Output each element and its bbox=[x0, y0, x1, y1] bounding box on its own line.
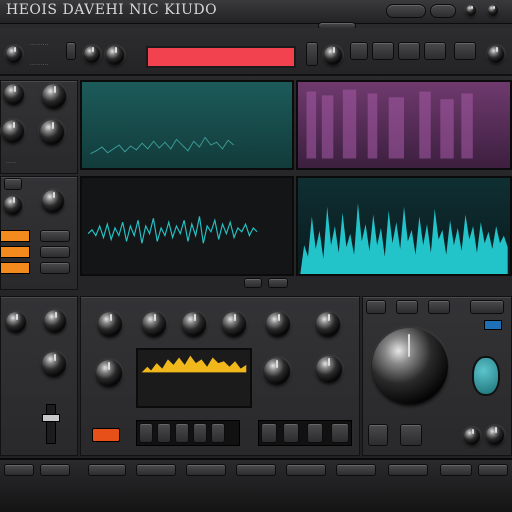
rp-btn-1[interactable] bbox=[366, 300, 386, 314]
teal-pad[interactable] bbox=[472, 356, 500, 396]
menu-pill-2[interactable] bbox=[430, 4, 456, 18]
fx-knob-2[interactable] bbox=[142, 312, 166, 336]
left-btn-2[interactable] bbox=[40, 230, 70, 242]
tool-3[interactable] bbox=[398, 42, 420, 60]
rp-btn-5[interactable] bbox=[368, 424, 388, 446]
left-label-1: ····· bbox=[6, 160, 17, 166]
big-jog-wheel[interactable] bbox=[372, 328, 448, 404]
footer-btn-4[interactable] bbox=[136, 464, 176, 476]
fx-step-strip bbox=[136, 420, 240, 446]
step-9[interactable] bbox=[331, 423, 349, 443]
orange-pad-3[interactable] bbox=[0, 262, 30, 274]
yellow-meter bbox=[136, 348, 252, 408]
purple-bars bbox=[306, 89, 473, 159]
tool-knob[interactable] bbox=[488, 46, 504, 62]
transport-knob-3[interactable] bbox=[324, 46, 342, 64]
step-1[interactable] bbox=[139, 423, 153, 443]
display-scroll-right[interactable] bbox=[268, 278, 288, 288]
fx-knob-1[interactable] bbox=[98, 312, 122, 336]
transport-knob[interactable] bbox=[84, 46, 100, 62]
fx-knob-3[interactable] bbox=[182, 312, 206, 336]
footer-btn-5[interactable] bbox=[186, 464, 226, 476]
tool-1[interactable] bbox=[350, 42, 368, 60]
cyan-wave-display bbox=[80, 176, 294, 276]
fx-knob-8[interactable] bbox=[264, 358, 290, 384]
footer-btn-7[interactable] bbox=[286, 464, 326, 476]
fx-step-strip-2 bbox=[258, 420, 352, 446]
gear-icon[interactable] bbox=[488, 5, 498, 15]
daw-window: HEOIS DAVEHI NIC KIUDO ········· ·······… bbox=[0, 0, 512, 512]
left-knob-2[interactable] bbox=[42, 84, 66, 108]
rp-btn-2[interactable] bbox=[396, 300, 418, 314]
tool-2[interactable] bbox=[372, 42, 394, 60]
orange-pad-2[interactable] bbox=[0, 246, 30, 258]
fx-knob-4[interactable] bbox=[222, 312, 246, 336]
step-7[interactable] bbox=[283, 423, 299, 443]
fx-knob-7[interactable] bbox=[96, 360, 122, 386]
label-a: ········· bbox=[30, 42, 49, 48]
rp-knob-1[interactable] bbox=[464, 428, 480, 444]
cyan-spectrum-display bbox=[296, 176, 512, 276]
rp-btn-6[interactable] bbox=[400, 424, 422, 446]
footer-btn-10[interactable] bbox=[440, 464, 472, 476]
purple-display bbox=[296, 80, 512, 170]
fx-knob-9[interactable] bbox=[316, 356, 342, 382]
footer-btn-6[interactable] bbox=[236, 464, 276, 476]
bl-knob-3[interactable] bbox=[42, 352, 66, 376]
left-knob-3[interactable] bbox=[2, 120, 24, 142]
blue-chip[interactable] bbox=[484, 320, 502, 330]
power-icon[interactable] bbox=[466, 5, 476, 15]
fx-knob-6[interactable] bbox=[316, 312, 340, 336]
menu-pill-1[interactable] bbox=[386, 4, 426, 18]
cyan-spectrum bbox=[300, 202, 508, 274]
transport-knob-2[interactable] bbox=[106, 46, 124, 64]
orange-pad-1[interactable] bbox=[0, 230, 30, 242]
left-knob-1[interactable] bbox=[4, 84, 24, 104]
display-scroll-left[interactable] bbox=[244, 278, 262, 288]
fx-knob-5[interactable] bbox=[266, 312, 290, 336]
master-knob[interactable] bbox=[6, 46, 22, 62]
red-meter bbox=[146, 46, 296, 68]
footer-btn-3[interactable] bbox=[88, 464, 126, 476]
bl-fader-cap[interactable] bbox=[42, 414, 60, 422]
bl-knob-2[interactable] bbox=[44, 310, 66, 332]
footer-btn-2[interactable] bbox=[40, 464, 70, 476]
left-btn-4[interactable] bbox=[40, 262, 70, 274]
step-8[interactable] bbox=[307, 423, 323, 443]
left-knob-6[interactable] bbox=[42, 190, 64, 212]
footer-btn-1[interactable] bbox=[4, 464, 34, 476]
cyan-waveform bbox=[87, 216, 258, 244]
label-b: ········· bbox=[30, 62, 49, 68]
teal-waveform bbox=[90, 136, 235, 155]
step-5[interactable] bbox=[211, 423, 225, 443]
app-title: HEOIS DAVEHI NIC KIUDO bbox=[6, 2, 218, 18]
step-2[interactable] bbox=[157, 423, 171, 443]
rp-knob-2[interactable] bbox=[486, 426, 504, 444]
left-knob-5[interactable] bbox=[4, 196, 22, 214]
fx-orange-btn[interactable] bbox=[92, 428, 120, 442]
step-6[interactable] bbox=[261, 423, 277, 443]
footer-btn-11[interactable] bbox=[478, 464, 508, 476]
left-btn-3[interactable] bbox=[40, 246, 70, 258]
step-4[interactable] bbox=[193, 423, 207, 443]
step-3[interactable] bbox=[175, 423, 189, 443]
bl-knob-1[interactable] bbox=[6, 312, 26, 332]
tool-4[interactable] bbox=[424, 42, 446, 60]
teal-display bbox=[80, 80, 294, 170]
rp-btn-4[interactable] bbox=[470, 300, 504, 314]
footer-btn-8[interactable] bbox=[336, 464, 376, 476]
footer-btn-9[interactable] bbox=[388, 464, 428, 476]
yellow-spectrum bbox=[141, 355, 247, 373]
left-knob-4[interactable] bbox=[40, 120, 64, 144]
left-btn-1[interactable] bbox=[4, 178, 22, 190]
tool-5[interactable] bbox=[454, 42, 476, 60]
slot-2[interactable] bbox=[306, 42, 318, 66]
slot-1[interactable] bbox=[66, 42, 76, 60]
window-controls bbox=[372, 2, 512, 22]
rp-btn-3[interactable] bbox=[428, 300, 450, 314]
bl-fader[interactable] bbox=[46, 404, 56, 444]
